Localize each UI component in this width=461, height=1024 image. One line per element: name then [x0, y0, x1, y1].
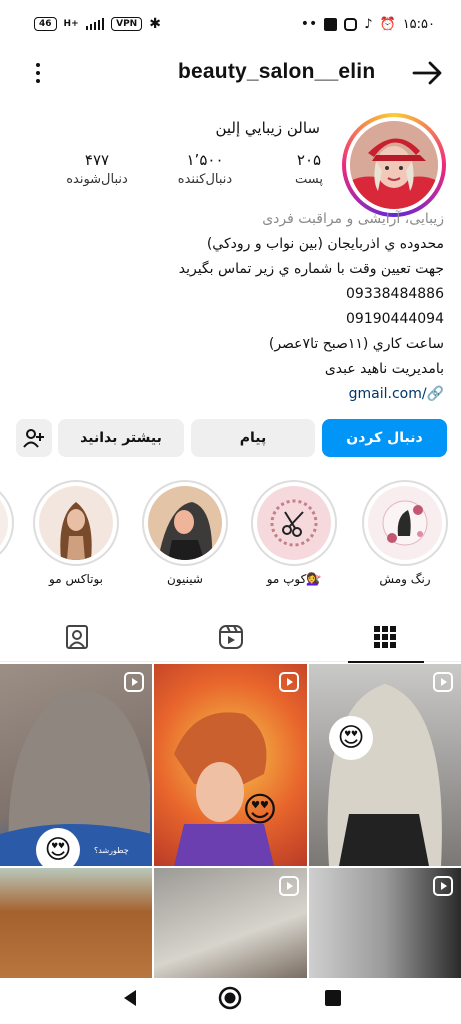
stat-followers-label: دنبال‌کننده — [177, 172, 233, 187]
battery-indicator: 46 — [34, 17, 57, 31]
signal-icon — [85, 18, 105, 30]
avatar — [350, 121, 438, 209]
posts-grid: 😍 چطورشد؟ 😍 😍 — [0, 664, 461, 978]
clock: ۱۵:۵۰ — [402, 16, 435, 32]
status-bar-left: 46 H+ VPN ✱ — [34, 16, 161, 32]
profile-bio: زیبایی، آرایشی و مراقبت فردی محدوده ي اذ… — [14, 207, 444, 407]
app-notification-icon — [324, 17, 338, 31]
profile-username: beauty_salon__elin — [178, 60, 376, 83]
highlight-caption: رنگ ومش — [379, 572, 431, 586]
profile-avatar-story-ring[interactable] — [342, 113, 446, 217]
reels-icon — [218, 625, 243, 649]
status-bar-right: •• ♪ ⏰ ۱۵:۵۰ — [301, 16, 435, 32]
add-user-button[interactable] — [16, 419, 52, 457]
bio-link[interactable]: gmail.com/🔗 — [14, 382, 444, 407]
highlight-cover — [39, 486, 113, 560]
post-overlay-text: چطورشد؟ — [94, 846, 129, 855]
reel-icon — [433, 672, 453, 692]
highlight-cover — [148, 486, 222, 560]
stat-following-label: دنبال‌شونده — [66, 172, 128, 187]
bio-link-text: gmail.com/ — [348, 386, 427, 402]
message-button[interactable]: پیام — [191, 419, 315, 457]
highlight-caption: بوتاكس مو — [49, 572, 103, 586]
post-thumbnail[interactable]: 😍 — [154, 664, 307, 866]
highlight-item[interactable]: بوتاكس مو — [33, 480, 119, 586]
arrow-right-icon[interactable] — [410, 58, 444, 88]
recents-square-icon[interactable] — [323, 988, 343, 1008]
stat-following[interactable]: ۴۷۷ دنبال‌شونده — [52, 150, 142, 190]
post-emoji-sticker: 😍 — [329, 716, 373, 760]
add-user-icon — [23, 429, 44, 448]
alarm-icon: ⏰ — [379, 16, 396, 32]
reel-icon — [433, 876, 453, 896]
grid-icon — [373, 626, 396, 648]
content-tabs — [0, 612, 461, 663]
post-emoji-sticker: 😍 — [242, 790, 278, 830]
system-navigation-bar — [0, 978, 461, 1024]
tab-reels[interactable] — [154, 612, 307, 662]
tiktok-notification-icon: ♪ — [364, 16, 373, 32]
vertical-dots-icon[interactable] — [30, 60, 46, 86]
highlight-partial[interactable] — [0, 480, 14, 566]
reel-icon — [124, 672, 144, 692]
tab-posts-grid[interactable] — [308, 612, 461, 663]
bio-line: محدوده ي اذربايجان (بين نواب و رودكي) — [206, 236, 444, 252]
stat-posts-value: ۲۰۵ — [296, 151, 322, 169]
profile-full-name: سالن زيبايي إلين — [215, 119, 320, 137]
post-thumbnail[interactable] — [309, 868, 461, 978]
bio-line: بامديريت ناهيد عبدی — [324, 361, 444, 377]
profile-actions: دنبال کردن پیام بیشتر بدانید — [16, 419, 447, 457]
bio-phone: 09190444094 — [346, 311, 444, 327]
highlight-cover — [257, 486, 331, 560]
network-type: H+ — [63, 19, 79, 29]
post-thumbnail[interactable] — [154, 868, 307, 978]
home-circle-icon[interactable] — [218, 986, 242, 1010]
back-triangle-icon[interactable] — [120, 988, 140, 1008]
highlight-caption: کوپ مو💇‍♀️ — [266, 572, 322, 586]
post-thumbnail[interactable]: 😍 چطورشد؟ — [0, 664, 152, 866]
tagged-icon — [65, 625, 88, 649]
profile-category: زیبایی، آرایشی و مراقبت فردی — [262, 211, 444, 227]
highlight-cover — [368, 486, 442, 560]
stat-posts[interactable]: ۲۰۵ پست — [264, 150, 354, 190]
reel-icon — [279, 672, 299, 692]
stat-followers-value: ۱٬۵۰۰ — [186, 151, 224, 169]
learn-more-button[interactable]: بیشتر بدانید — [58, 419, 184, 457]
bio-phone: 09338484886 — [346, 286, 444, 302]
vpn-badge: VPN — [111, 17, 143, 31]
post-thumbnail[interactable]: 😍 — [309, 664, 461, 866]
link-icon: 🔗 — [426, 386, 444, 402]
follow-button[interactable]: دنبال کردن — [322, 419, 447, 457]
instagram-notification-icon — [344, 17, 358, 31]
highlight-item[interactable]: رنگ ومش — [362, 480, 448, 586]
post-emoji-sticker: 😍 — [36, 828, 80, 866]
bluetooth-icon: ✱ — [149, 16, 161, 32]
highlight-caption: شينيون — [167, 572, 203, 586]
tab-tagged[interactable] — [0, 612, 153, 662]
bio-line: ساعت كاري (۱۱صبح تا۷عصر) — [268, 336, 444, 352]
top-bar: beauty_salon__elin — [0, 48, 461, 98]
highlight-item[interactable]: شينيون — [142, 480, 228, 586]
highlight-item[interactable]: کوپ مو💇‍♀️ — [251, 480, 337, 586]
reel-icon — [279, 876, 299, 896]
stat-posts-label: پست — [295, 172, 323, 187]
post-thumbnail[interactable] — [0, 868, 152, 978]
stat-followers[interactable]: ۱٬۵۰۰ دنبال‌کننده — [160, 150, 250, 190]
bio-line: جهت تعيين وقت با شماره ي زير تماس بگيريد — [178, 261, 444, 277]
stat-following-value: ۴۷۷ — [84, 151, 110, 169]
more-notifications-icon: •• — [300, 16, 318, 32]
status-bar: 46 H+ VPN ✱ •• ♪ ⏰ ۱۵:۵۰ — [0, 0, 461, 48]
